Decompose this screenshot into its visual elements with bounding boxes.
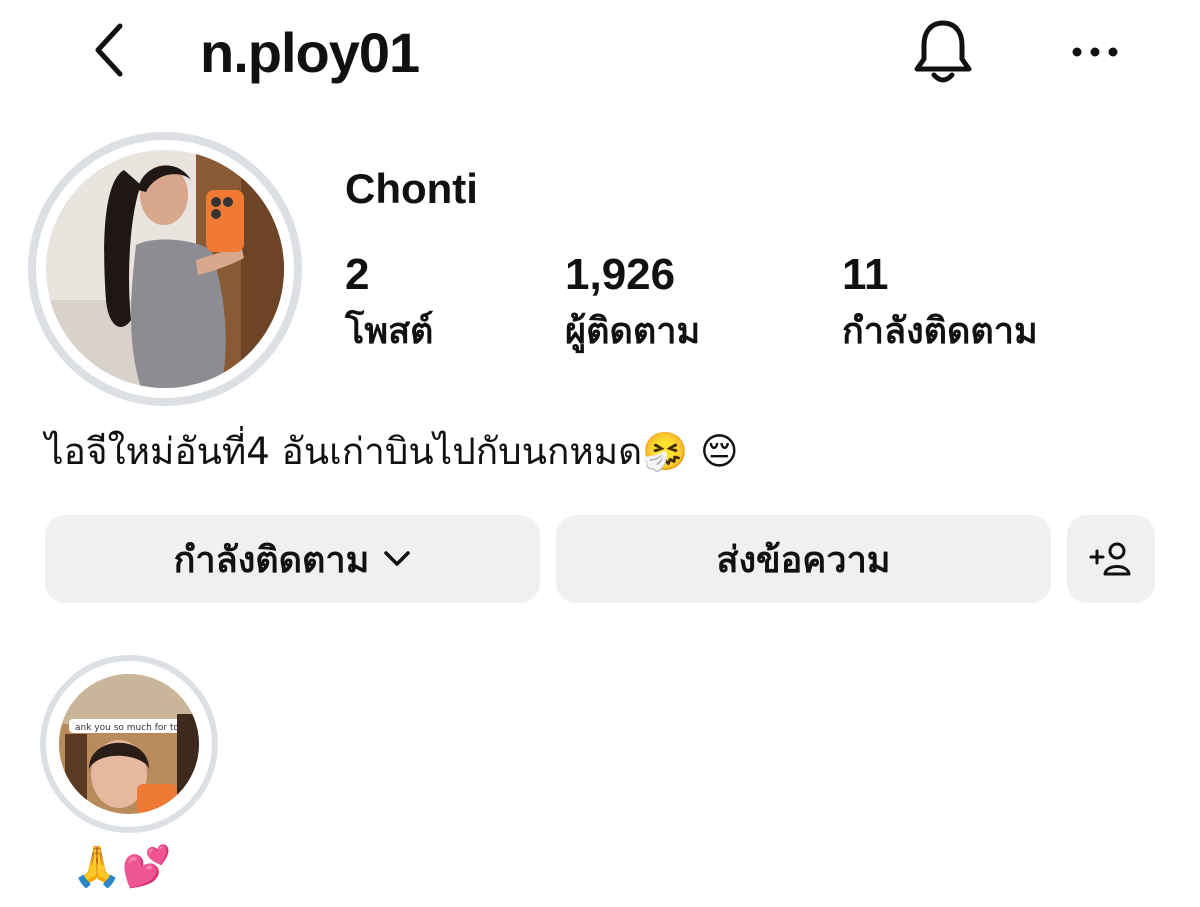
highlight-cover-image: ank you so much for today <box>59 674 199 814</box>
following-count: 11 <box>842 250 889 299</box>
more-horizontal-icon <box>1072 47 1118 57</box>
following-label: กำลังติดตาม <box>842 311 1038 352</box>
following-stat[interactable]: 11 กำลังติดตาม <box>842 248 1038 356</box>
chevron-left-icon <box>95 23 123 77</box>
bio-emoji: 🤧 😔 <box>642 430 739 473</box>
bell-icon <box>914 20 972 83</box>
followers-stat[interactable]: 1,926 ผู้ติดตาม <box>565 248 700 356</box>
back-button[interactable] <box>78 20 138 80</box>
profile-display-name: Chonti <box>345 165 478 212</box>
highlight-label: 🙏💕 <box>72 844 172 890</box>
avatar-photo <box>46 150 284 388</box>
message-button-label: ส่งข้อความ <box>716 539 891 581</box>
posts-stat: 2 โพสต์ <box>345 248 433 356</box>
suggest-users-button[interactable] <box>1067 515 1155 603</box>
more-options-button[interactable] <box>1060 22 1130 82</box>
posts-label: โพสต์ <box>345 311 434 352</box>
notifications-button[interactable] <box>905 14 981 90</box>
following-dropdown-button[interactable]: กำลังติดตาม <box>45 515 540 603</box>
profile-username: n.ploy01 <box>200 21 420 84</box>
message-button[interactable]: ส่งข้อความ <box>556 515 1051 603</box>
chevron-down-icon <box>384 551 411 566</box>
followers-count: 1,926 <box>565 250 676 299</box>
bio-text: ไอจีใหม่อันที่4 อันเก่าบินไปกับนกหมด <box>45 430 643 473</box>
profile-bio: ไอจีใหม่อันที่4 อันเก่าบินไปกับนกหมด🤧 😔 <box>45 422 739 482</box>
add-user-icon <box>1089 542 1131 576</box>
profile-avatar[interactable] <box>28 132 302 406</box>
followers-label: ผู้ติดตาม <box>565 311 701 352</box>
following-button-label: กำลังติดตาม <box>173 539 370 581</box>
posts-count: 2 <box>345 250 370 299</box>
story-highlight[interactable]: ank you so much for today <box>40 655 218 833</box>
